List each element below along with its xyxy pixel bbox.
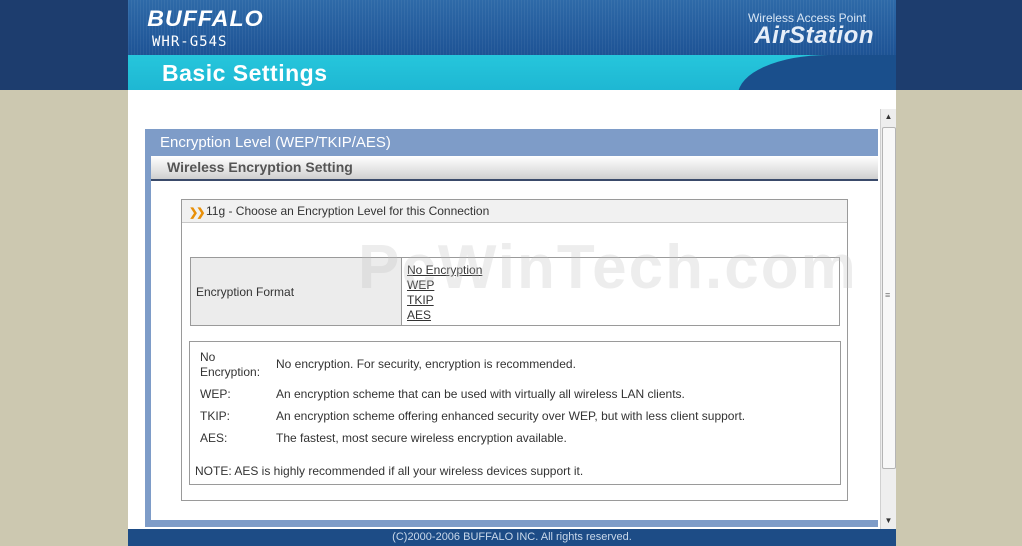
vertical-scrollbar[interactable]: ▲ ≡ ▼: [880, 109, 896, 529]
scroll-thumb[interactable]: ≡: [882, 127, 896, 469]
option-no-encryption-link[interactable]: No Encryption: [407, 263, 482, 278]
desc-tkip: An encryption scheme offering enhanced s…: [276, 409, 746, 423]
panel-body: Wireless Encryption Setting ❯❯ 11g - Cho…: [151, 156, 878, 520]
panel-title: Encryption Level (WEP/TKIP/AES): [160, 134, 391, 151]
encryption-panel: Encryption Level (WEP/TKIP/AES) Wireless…: [145, 129, 878, 527]
format-options: No Encryption WEP TKIP AES: [407, 263, 482, 323]
buffalo-logo: BUFFALO: [147, 6, 264, 31]
model-name: WHR-G54S: [152, 34, 228, 50]
desc-aes: The fastest, most secure wireless encryp…: [276, 431, 567, 445]
double-chevron-icon: ❯❯: [189, 207, 206, 219]
option-aes-link[interactable]: AES: [407, 308, 482, 323]
box-header: ❯❯ 11g - Choose an Encryption Level for …: [182, 200, 847, 223]
scroll-down-arrow-icon[interactable]: ▼: [881, 513, 896, 529]
section-header: Wireless Encryption Setting: [151, 156, 878, 181]
format-label-cell: Encryption Format: [191, 258, 402, 325]
desc-wep: An encryption scheme that can be used wi…: [276, 387, 685, 401]
option-tkip-link[interactable]: TKIP: [407, 293, 482, 308]
airstation-logo: AirStation: [754, 22, 874, 49]
section-title: Wireless Encryption Setting: [167, 159, 353, 175]
aes-note: NOTE: AES is highly recommended if all y…: [195, 464, 584, 478]
option-wep-link[interactable]: WEP: [407, 278, 482, 293]
encryption-box: ❯❯ 11g - Choose an Encryption Level for …: [181, 199, 848, 501]
desc-no-encryption: No encryption. For security, encryption …: [276, 357, 576, 371]
grip-icon: ≡: [885, 290, 891, 300]
box-heading: 11g - Choose an Encryption Level for thi…: [206, 204, 490, 218]
copyright: (C)2000-2006 BUFFALO INC. All rights res…: [392, 531, 632, 543]
page: BUFFALO WHR-G54S Wireless Access Point A…: [128, 0, 896, 546]
page-title: Basic Settings: [162, 60, 328, 86]
description-box: No Encryption: No encryption. For securi…: [189, 341, 841, 485]
scroll-up-arrow-icon[interactable]: ▲: [881, 109, 896, 125]
format-label: Encryption Format: [196, 285, 295, 299]
term-no-encryption: No Encryption:: [200, 350, 261, 379]
term-tkip: TKIP:: [200, 409, 231, 423]
term-aes: AES:: [200, 431, 228, 445]
encryption-format-table: Encryption Format No Encryption WEP TKIP…: [190, 257, 840, 326]
term-wep: WEP:: [200, 387, 231, 401]
header: BUFFALO WHR-G54S Wireless Access Point A…: [128, 0, 896, 90]
footer: (C)2000-2006 BUFFALO INC. All rights res…: [128, 529, 896, 546]
